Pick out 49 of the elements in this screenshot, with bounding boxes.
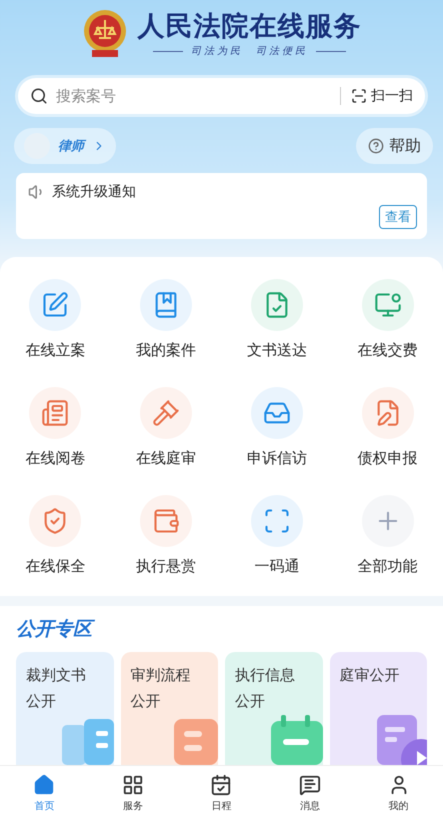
tab-bar-item[interactable]: 服务 xyxy=(88,766,178,820)
service-item[interactable]: 我的案件 xyxy=(110,279,222,360)
service-item[interactable]: 执行悬赏 xyxy=(110,495,222,576)
tab-bar-item[interactable]: 消息 xyxy=(266,766,354,820)
slogan: 司法为民 司法便民 xyxy=(191,44,308,58)
message-icon xyxy=(299,774,322,796)
user-role: 律师 xyxy=(58,137,84,155)
tab-bar-item[interactable]: 我的 xyxy=(354,766,443,820)
home-icon xyxy=(33,774,56,796)
service-item[interactable]: 在线立案 xyxy=(0,279,111,360)
search-icon xyxy=(30,87,48,105)
monitor-icon xyxy=(374,291,402,319)
scan-icon xyxy=(262,507,291,535)
notice-text: 系统升级通知 xyxy=(52,183,136,201)
user-profile-button[interactable]: 律师 xyxy=(14,128,116,164)
grid-icon xyxy=(122,774,144,796)
tab-bar-item[interactable]: 首页 xyxy=(0,766,89,820)
service-item[interactable]: 在线庭审 xyxy=(110,387,222,468)
newspaper-icon xyxy=(41,399,70,427)
card-label: 裁判文书公开 xyxy=(26,665,87,712)
scan-button[interactable]: 扫一扫 xyxy=(340,87,413,105)
gavel-icon xyxy=(152,399,180,427)
service-item[interactable]: 申诉信访 xyxy=(222,387,332,468)
edit-icon xyxy=(41,291,70,319)
public-info-card[interactable]: 审判流程公开 xyxy=(120,652,218,765)
scan-icon xyxy=(351,88,367,104)
public-info-card[interactable]: 庭审公开 xyxy=(330,652,427,765)
service-item[interactable]: 文书送达 xyxy=(222,279,332,360)
court-emblem-icon xyxy=(82,8,128,58)
section-title: 公开专区 xyxy=(16,616,427,642)
wallet-icon xyxy=(152,507,180,535)
view-button[interactable]: 查看 xyxy=(379,205,417,229)
public-info-card[interactable]: 裁判文书公开 xyxy=(16,652,114,765)
card-label: 执行信息公开 xyxy=(235,665,296,712)
help-button[interactable]: 帮助 xyxy=(356,128,433,164)
calendar-icon xyxy=(210,774,232,796)
service-item[interactable]: 在线保全 xyxy=(0,495,111,576)
service-item[interactable]: 债权申报 xyxy=(332,387,443,468)
card-label: 审判流程公开 xyxy=(130,665,192,712)
help-icon xyxy=(368,138,384,154)
search-field[interactable]: 搜索案号 扫一扫 xyxy=(18,78,425,114)
service-item[interactable]: 全部功能 xyxy=(332,495,443,576)
tab-bar-item[interactable]: 日程 xyxy=(177,766,266,820)
public-info-card[interactable]: 执行信息公开 xyxy=(225,652,322,765)
card-label: 庭审公开 xyxy=(340,665,400,686)
app-title: 人民法院在线服务 xyxy=(138,10,362,44)
service-item[interactable]: 在线阅卷 xyxy=(0,387,111,468)
service-item[interactable]: 在线交费 xyxy=(332,279,443,360)
service-item[interactable]: 一码通 xyxy=(222,495,332,576)
